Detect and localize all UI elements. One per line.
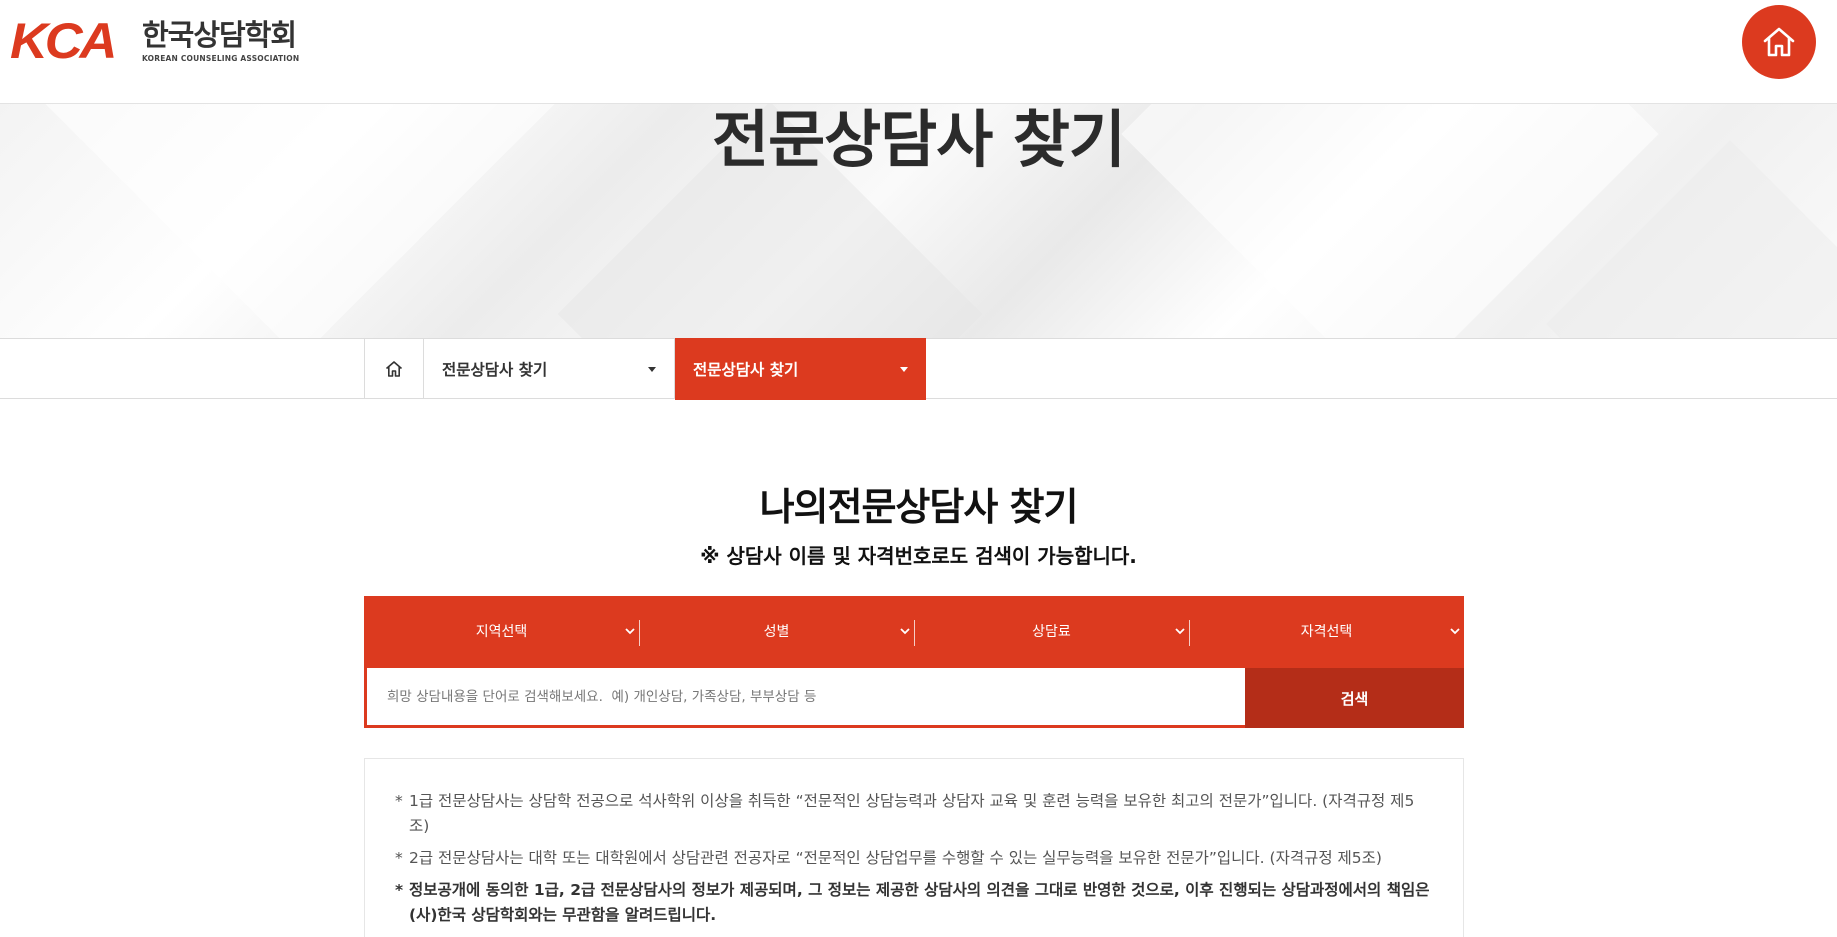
chevron-down-icon [1450,628,1460,635]
chevron-down-icon [1175,628,1185,635]
breadcrumb-label: 전문상담사 찾기 [693,361,799,379]
search-panel: 지역선택 성별 상담료 자격선택 검색 [364,596,1464,728]
home-icon [385,361,403,377]
breadcrumb-home[interactable] [364,339,424,399]
fee-select[interactable]: 상담료 [914,615,1189,647]
caret-down-icon [648,366,656,372]
kca-logo-mark: KCA [10,18,117,64]
select-label: 상담료 [1032,624,1071,640]
notice-item: * 2급 전문상담사는 대학 또는 대학원에서 상담관련 전공자로 “전문적인 … [395,846,1433,871]
logo-english-name: KOREAN COUNSELING ASSOCIATION [142,54,300,63]
section-title: 나의전문상담사 찾기 [759,485,1079,529]
notice-marker: * [395,792,403,810]
breadcrumb-label: 전문상담사 찾기 [442,361,548,379]
notice-text: 정보공개에 동의한 1급, 2급 전문상담사의 정보가 제공되며, 그 정보는 … [409,881,1430,924]
notice-box: * 1급 전문상담사는 상담학 전공으로 석사학위 이상을 취득한 “전문적인 … [364,758,1464,937]
search-button[interactable]: 검색 [1245,668,1464,728]
logo-korean-name: 한국상담학회 [142,18,297,52]
select-label: 지역선택 [475,624,528,640]
hero-banner: 전문상담사 찾기 [0,104,1837,338]
gender-select[interactable]: 성별 [639,615,914,647]
keyword-search-input[interactable] [367,668,1245,725]
section-subtitle: ※ 상담사 이름 및 자격번호로도 검색이 가능합니다. [700,544,1137,568]
notice-text: 1급 전문상담사는 상담학 전공으로 석사학위 이상을 취득한 “전문적인 상담… [409,792,1415,835]
logo-text: 한국상담학회 KOREAN COUNSELING ASSOCIATION [142,18,299,63]
svg-text:KCA: KCA [10,18,114,64]
breadcrumb: 전문상담사 찾기 전문상담사 찾기 [0,338,1837,400]
notice-marker: * [395,881,404,899]
notice-text: 2급 전문상담사는 대학 또는 대학원에서 상담관련 전공자로 “전문적인 상담… [409,849,1382,867]
chevron-down-icon [625,628,635,635]
chevron-down-icon [900,628,910,635]
breadcrumb-dropdown-depth2[interactable]: 전문상담사 찾기 [675,338,926,400]
notice-item: * 정보공개에 동의한 1급, 2급 전문상담사의 정보가 제공되며, 그 정보… [395,878,1433,928]
breadcrumb-dropdown-depth1[interactable]: 전문상담사 찾기 [424,339,675,399]
home-button[interactable] [1742,5,1816,79]
caret-down-icon [900,366,908,372]
site-header: KCA 한국상담학회 KOREAN COUNSELING ASSOCIATION [0,0,1837,104]
select-label: 성별 [763,624,790,640]
notice-marker: * [395,849,403,867]
site-logo[interactable]: KCA 한국상담학회 KOREAN COUNSELING ASSOCIATION [10,18,299,64]
notice-item: * 1급 전문상담사는 상담학 전공으로 석사학위 이상을 취득한 “전문적인 … [395,789,1433,839]
region-select[interactable]: 지역선택 [364,615,639,647]
page-title: 전문상담사 찾기 [712,104,1126,176]
home-icon [1763,27,1795,57]
qualification-select[interactable]: 자격선택 [1189,615,1464,647]
select-label: 자격선택 [1300,624,1353,640]
